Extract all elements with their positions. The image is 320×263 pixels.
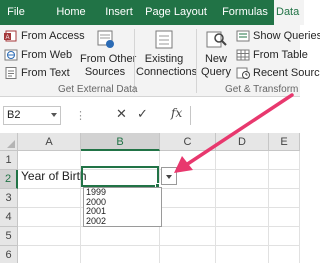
tab-file[interactable]: File [2,0,30,25]
text-file-icon [4,67,18,79]
row-header-2[interactable]: 2 [0,170,18,189]
grid-cell[interactable] [216,227,269,246]
show-queries-button[interactable]: Show Queries [236,30,320,42]
grid-cell[interactable] [269,151,300,170]
column-header-d[interactable]: D [216,133,269,151]
formula-input[interactable] [190,106,300,125]
column-header-b[interactable]: B [81,133,160,151]
existing-connections-button[interactable]: Existing Connections [136,29,197,79]
row-header-1[interactable]: 1 [0,151,18,170]
from-text-button[interactable]: From Text [4,67,70,79]
tab-data[interactable]: Data [274,0,304,25]
formula-bar-resize-handle[interactable]: ⋮ [75,109,86,122]
chevron-down-icon[interactable] [51,113,57,117]
access-icon: A [4,30,18,42]
group-label-get-external-data: Get External Data [58,84,138,95]
row-header-4[interactable]: 4 [0,208,18,227]
chevron-down-icon [166,175,172,179]
from-access-button[interactable]: A From Access [4,30,85,42]
row-header-5[interactable]: 5 [0,227,18,246]
tab-page-layout[interactable]: Page Layout [145,0,207,25]
grid-cell[interactable] [216,208,269,227]
grid-cell[interactable] [160,227,216,246]
grid-cell[interactable] [216,189,269,208]
table-icon [236,49,250,61]
recent-sources-button[interactable]: Recent Sources [236,67,320,79]
ribbon-divider [196,29,197,93]
grid-cell[interactable] [81,246,160,263]
column-header-a[interactable]: A [18,133,81,151]
grid-cell[interactable] [18,208,81,227]
grid-cell[interactable] [81,227,160,246]
grid-cell[interactable] [216,170,269,189]
select-all-icon [7,140,15,148]
grid-cell[interactable] [216,151,269,170]
grid-cell[interactable] [269,208,300,227]
select-all-button[interactable] [0,133,18,151]
insert-function-button[interactable]: fx [171,106,182,120]
from-other-sources-button[interactable]: From Other Sources [80,29,136,79]
globe-icon [4,49,18,61]
column-header-e[interactable]: E [269,133,300,151]
cancel-icon[interactable]: ✕ [116,106,127,122]
enter-icon[interactable]: ✓ [137,106,148,122]
data-validation-dropdown-button[interactable] [161,167,177,185]
grid-cell[interactable] [18,189,81,208]
ribbon-panel: A From Access From Web From Text From Ot… [0,25,320,97]
grid-cell[interactable] [160,208,216,227]
recent-sources-icon [236,67,250,79]
tab-formulas[interactable]: Formulas [220,0,270,25]
grid-cell[interactable] [269,227,300,246]
tab-insert[interactable]: Insert [100,0,138,25]
spreadsheet-grid: A B C D E 1 2 3 4 5 6 Year of Birth 1999… [0,133,300,263]
ribbon-tab-bar: File Home Insert Page Layout Formulas Da… [0,0,304,25]
grid-cell[interactable] [18,227,81,246]
svg-text:A: A [6,35,10,41]
group-label-get-and-transform: Get & Transform [225,84,299,95]
grid-cell[interactable] [269,189,300,208]
dropdown-option[interactable]: 2002 [84,216,161,227]
from-table-button[interactable]: From Table [236,49,308,61]
grid-cell[interactable] [160,189,216,208]
grid-cell[interactable] [160,246,216,263]
new-query-icon [206,31,227,48]
column-header-c[interactable]: C [160,133,216,151]
other-sources-icon [97,30,114,48]
name-box[interactable]: B2 [3,106,61,125]
grid-cell[interactable] [18,246,81,263]
data-validation-list: 1999 2000 2001 2002 [83,187,162,227]
from-web-button[interactable]: From Web [4,49,72,61]
active-cell-b2[interactable] [81,166,159,187]
queries-icon [236,30,250,42]
connections-icon [155,30,173,49]
row-header-6[interactable]: 6 [0,246,18,263]
grid-cell[interactable] [216,246,269,263]
row-header-3[interactable]: 3 [0,189,18,208]
cell-a2[interactable]: Year of Birth [21,167,87,185]
formula-bar: B2 ⋮ ✕ ✓ fx [0,97,300,133]
grid-cell[interactable] [269,246,300,263]
new-query-button[interactable]: New Query [198,29,234,79]
tab-home[interactable]: Home [52,0,90,25]
grid-cell[interactable] [269,170,300,189]
